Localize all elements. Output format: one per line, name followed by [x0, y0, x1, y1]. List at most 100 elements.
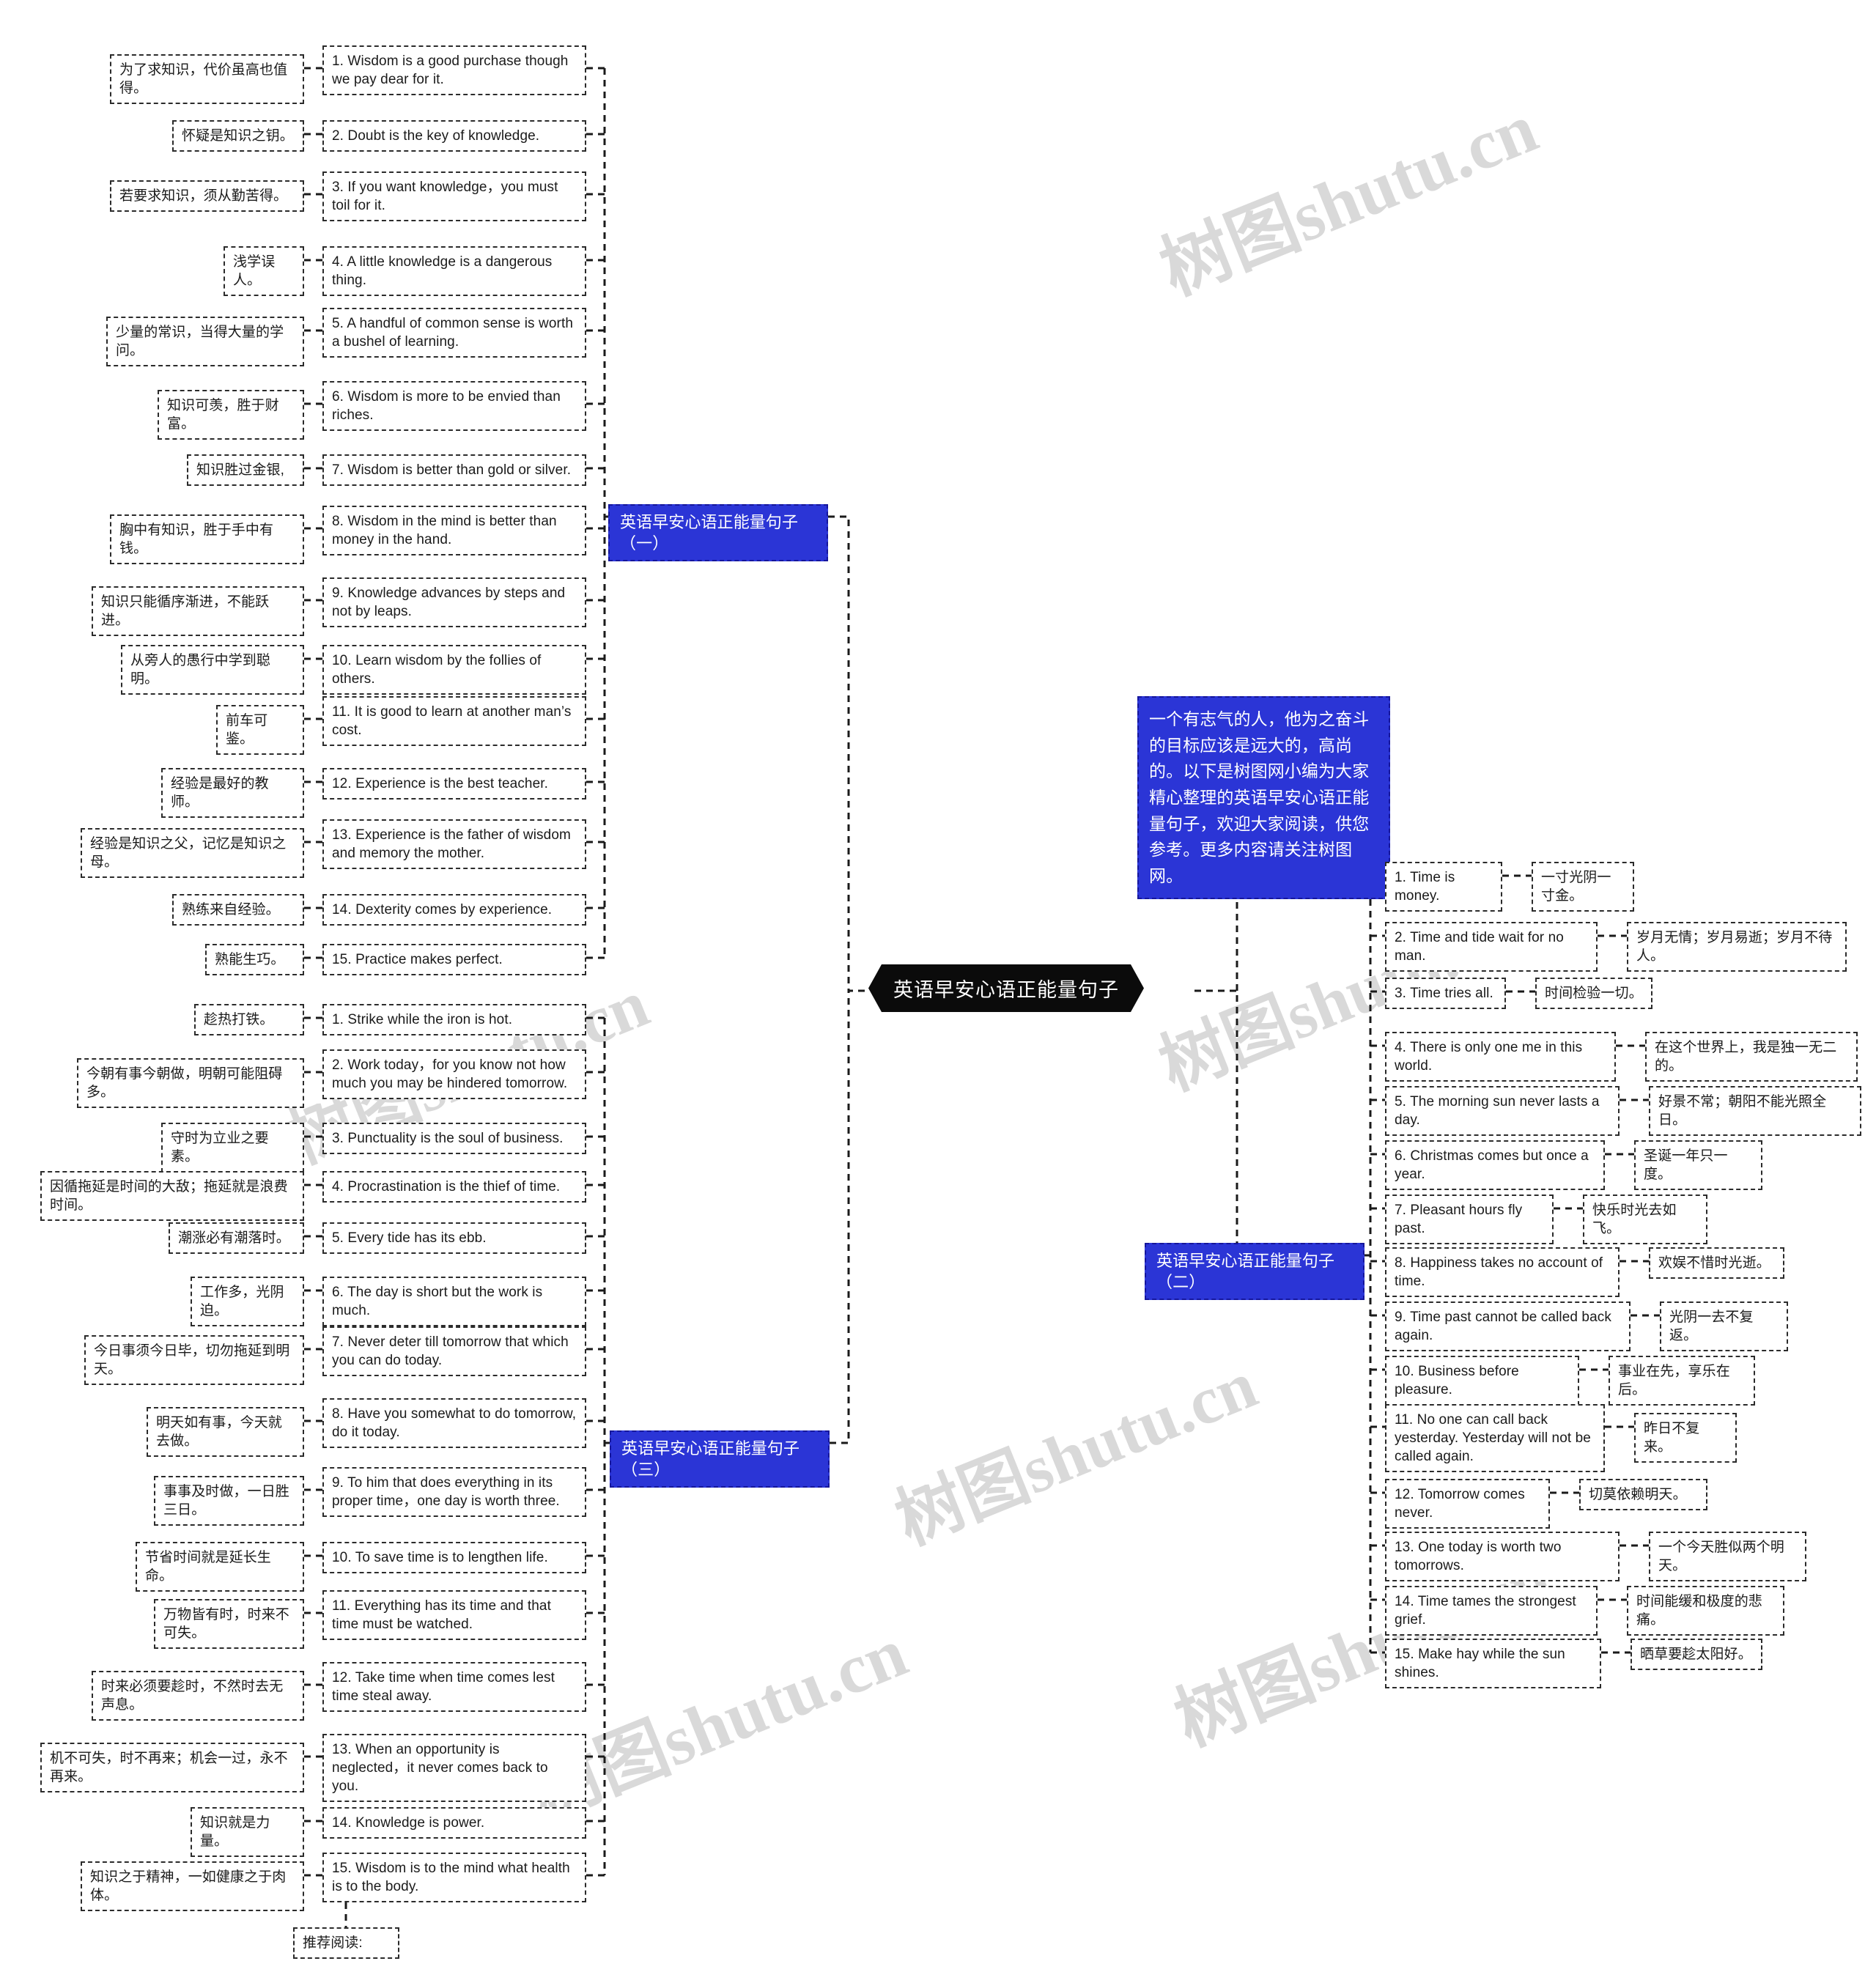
leaf-node-chinese[interactable]: 工作多，光阴迫。 [191, 1277, 304, 1327]
leaf-node-chinese[interactable]: 怀疑是知识之钥。 [172, 120, 304, 152]
leaf-node-chinese-text: 熟练来自经验。 [182, 902, 280, 917]
leaf-node-chinese-text: 潮涨必有潮落时。 [178, 1230, 290, 1246]
leaf-node-chinese[interactable]: 若要求知识，须从勤苦得。 [110, 180, 304, 213]
leaf-node-chinese[interactable]: 潮涨必有潮落时。 [169, 1222, 304, 1255]
leaf-node-chinese[interactable]: 知识只能循序渐进，不能跃进。 [92, 586, 304, 637]
leaf-node-english[interactable]: 2. Work today，for you know not how much … [322, 1049, 586, 1100]
leaf-node-english[interactable]: 11. No one can call back yesterday. Yest… [1385, 1404, 1605, 1473]
leaf-node-chinese[interactable]: 昨日不复来。 [1634, 1413, 1737, 1463]
branch-node-part-one[interactable]: 英语早安心语正能量句子（一） [608, 504, 828, 562]
leaf-node-chinese[interactable]: 欢娱不惜时光逝。 [1649, 1247, 1784, 1279]
leaf-node-chinese[interactable]: 今日事须今日毕，切勿拖延到明天。 [84, 1335, 304, 1386]
leaf-node-english[interactable]: 7. Wisdom is better than gold or silver. [322, 454, 586, 487]
leaf-node-english[interactable]: 8. Happiness takes no account of time. [1385, 1247, 1620, 1298]
leaf-node-chinese[interactable]: 因循拖延是时间的大敌；拖延就是浪费时间。 [40, 1171, 304, 1222]
leaf-node-chinese[interactable]: 切莫依赖明天。 [1579, 1479, 1707, 1511]
leaf-node-english[interactable]: 12. Take time when time comes lest time … [322, 1662, 586, 1713]
leaf-node-chinese[interactable]: 知识可羡，胜于财富。 [158, 390, 304, 440]
leaf-node-chinese[interactable]: 光阴一去不复返。 [1660, 1301, 1788, 1352]
leaf-node-english[interactable]: 13. When an opportunity is neglected，it … [322, 1734, 586, 1803]
leaf-node-english[interactable]: 12. Tomorrow comes never. [1385, 1479, 1550, 1529]
leaf-node-chinese[interactable]: 一寸光阴一寸金。 [1532, 862, 1634, 912]
leaf-node-chinese[interactable]: 前车可鉴。 [216, 705, 304, 756]
leaf-node-english[interactable]: 4. A little knowledge is a dangerous thi… [322, 246, 586, 297]
leaf-node-chinese[interactable]: 在这个世界上，我是独一无二的。 [1645, 1032, 1858, 1082]
leaf-node-chinese[interactable]: 为了求知识，代价虽高也值得。 [110, 54, 304, 105]
leaf-node-chinese[interactable]: 守时为立业之要素。 [161, 1123, 304, 1173]
leaf-node-english[interactable]: 6. Christmas comes but once a year. [1385, 1140, 1605, 1191]
leaf-node-chinese[interactable]: 岁月无情；岁月易逝；岁月不待人。 [1627, 922, 1847, 972]
branch-node-part-two[interactable]: 英语早安心语正能量句子（二） [1145, 1243, 1364, 1301]
leaf-node-chinese[interactable]: 知识就是力量。 [191, 1807, 304, 1858]
leaf-node-chinese[interactable]: 明天如有事，今天就去做。 [147, 1407, 304, 1458]
root-node[interactable]: 英语早安心语正能量句子 [868, 964, 1144, 1012]
leaf-node-chinese-text: 光阴一去不复返。 [1669, 1310, 1754, 1344]
leaf-node-english[interactable]: 9. Time past cannot be called back again… [1385, 1301, 1631, 1352]
leaf-node-english[interactable]: 3. Time tries all. [1385, 978, 1506, 1010]
leaf-node-english[interactable]: 8. Wisdom in the mind is better than mon… [322, 506, 586, 556]
leaf-node-chinese[interactable]: 节省时间就是延长生命。 [136, 1542, 304, 1592]
leaf-node-chinese[interactable]: 从旁人的愚行中学到聪明。 [121, 645, 304, 695]
leaf-node-english[interactable]: 2. Time and tide wait for no man. [1385, 922, 1598, 972]
leaf-node-english[interactable]: 3. If you want knowledge，you must toil f… [322, 171, 586, 222]
leaf-node-chinese[interactable]: 机不可失，时不再来；机会一过，永不再来。 [40, 1743, 304, 1793]
leaf-node-english[interactable]: 11. Everything has its time and that tim… [322, 1590, 586, 1641]
leaf-node-english[interactable]: 3. Punctuality is the soul of business. [322, 1123, 586, 1155]
leaf-node-english[interactable]: 14. Dexterity comes by experience. [322, 894, 586, 926]
leaf-node-chinese[interactable]: 时间检验一切。 [1535, 978, 1652, 1010]
leaf-node-english[interactable]: 13. One today is worth two tomorrows. [1385, 1532, 1620, 1582]
leaf-node-chinese[interactable]: 浅学误人。 [224, 246, 304, 297]
leaf-node-chinese[interactable]: 胸中有知识，胜于手中有钱。 [110, 514, 304, 565]
leaf-node-chinese[interactable]: 圣诞一年只一度。 [1634, 1140, 1762, 1191]
leaf-node-english[interactable]: 6. Wisdom is more to be envied than rich… [322, 381, 586, 432]
leaf-node-chinese[interactable]: 少量的常识，当得大量的学问。 [106, 317, 304, 367]
leaf-node-english-text: 1. Strike while the iron is hot. [332, 1012, 513, 1027]
leaf-node-chinese[interactable]: 万物皆有时，时来不可失。 [154, 1599, 304, 1650]
leaf-node-english[interactable]: 1. Wisdom is a good purchase though we p… [322, 45, 586, 96]
leaf-node-chinese[interactable]: 经验是最好的教师。 [161, 768, 304, 819]
leaf-node-english[interactable]: 9. Knowledge advances by steps and not b… [322, 577, 586, 628]
leaf-node-english[interactable]: 2. Doubt is the key of knowledge. [322, 120, 586, 152]
leaf-node-chinese[interactable]: 经验是知识之父，记忆是知识之母。 [81, 828, 304, 879]
leaf-node-chinese[interactable]: 晒草要趁太阳好。 [1631, 1639, 1762, 1671]
leaf-node-english[interactable]: 7. Never deter till tomorrow that which … [322, 1326, 586, 1377]
leaf-node-english[interactable]: 8. Have you somewhat to do tomorrow, do … [322, 1398, 586, 1449]
leaf-node-english[interactable]: 9. To him that does everything in its pr… [322, 1467, 586, 1518]
leaf-node-english[interactable]: 7. Pleasant hours fly past. [1385, 1194, 1554, 1245]
leaf-node-english[interactable]: 4. Procrastination is the thief of time. [322, 1171, 586, 1203]
leaf-node-english[interactable]: 11. It is good to learn at another man’s… [322, 696, 586, 747]
leaf-node-english[interactable]: 13. Experience is the father of wisdom a… [322, 819, 586, 870]
leaf-node-english[interactable]: 5. A handful of common sense is worth a … [322, 308, 586, 358]
leaf-node-english[interactable]: 6. The day is short but the work is much… [322, 1277, 586, 1327]
leaf-node-chinese[interactable]: 熟练来自经验。 [172, 894, 304, 926]
leaf-node-chinese[interactable]: 趁热打铁。 [194, 1004, 304, 1036]
branch-node-part-three[interactable]: 英语早安心语正能量句子（三） [610, 1430, 830, 1488]
leaf-node-chinese[interactable]: 一个今天胜似两个明天。 [1649, 1532, 1806, 1582]
leaf-node-chinese[interactable]: 熟能生巧。 [205, 944, 304, 976]
leaf-node-english[interactable]: 14. Time tames the strongest grief. [1385, 1586, 1598, 1636]
leaf-node-chinese[interactable]: 知识胜过金银, [187, 454, 304, 487]
leaf-node-english[interactable]: 1. Time is money. [1385, 862, 1502, 912]
leaf-node-english[interactable]: 15. Wisdom is to the mind what health is… [322, 1853, 586, 1903]
leaf-node-english[interactable]: 15. Practice makes perfect. [322, 944, 586, 976]
leaf-node-chinese[interactable]: 快乐时光去如飞。 [1583, 1194, 1707, 1245]
leaf-node-english[interactable]: 5. The morning sun never lasts a day. [1385, 1086, 1620, 1137]
leaf-node-chinese[interactable]: 今朝有事今朝做，明朝可能阻碍多。 [77, 1058, 304, 1109]
leaf-node-english[interactable]: 10. Business before pleasure. [1385, 1356, 1579, 1406]
leaf-node-english[interactable]: 12. Experience is the best teacher. [322, 768, 586, 800]
leaf-node-english[interactable]: 4. There is only one me in this world. [1385, 1032, 1616, 1082]
leaf-node-chinese[interactable]: 知识之于精神，一如健康之于肉体。 [81, 1861, 304, 1912]
recommended-reading-node[interactable]: 推荐阅读: [293, 1927, 399, 1960]
leaf-node-chinese[interactable]: 事业在先，享乐在后。 [1609, 1356, 1755, 1406]
leaf-node-chinese[interactable]: 时来必须要趁时，不然时去无声息。 [92, 1671, 304, 1721]
leaf-node-english[interactable]: 15. Make hay while the sun shines. [1385, 1639, 1601, 1689]
leaf-node-english[interactable]: 14. Knowledge is power. [322, 1807, 586, 1839]
leaf-node-chinese[interactable]: 好景不常；朝阳不能光照全日。 [1649, 1086, 1861, 1137]
leaf-node-english[interactable]: 10. To save time is to lengthen life. [322, 1542, 586, 1574]
leaf-node-chinese[interactable]: 事事及时做，一日胜三日。 [154, 1476, 304, 1526]
description-node[interactable]: 一个有志气的人，他为之奋斗的目标应该是远大的，高尚的。以下是树图网小编为大家精心… [1137, 696, 1390, 900]
leaf-node-english[interactable]: 5. Every tide has its ebb. [322, 1222, 586, 1255]
leaf-node-english[interactable]: 10. Learn wisdom by the follies of other… [322, 645, 586, 695]
leaf-node-english[interactable]: 1. Strike while the iron is hot. [322, 1004, 586, 1036]
leaf-node-chinese[interactable]: 时间能缓和极度的悲痛。 [1627, 1586, 1784, 1636]
